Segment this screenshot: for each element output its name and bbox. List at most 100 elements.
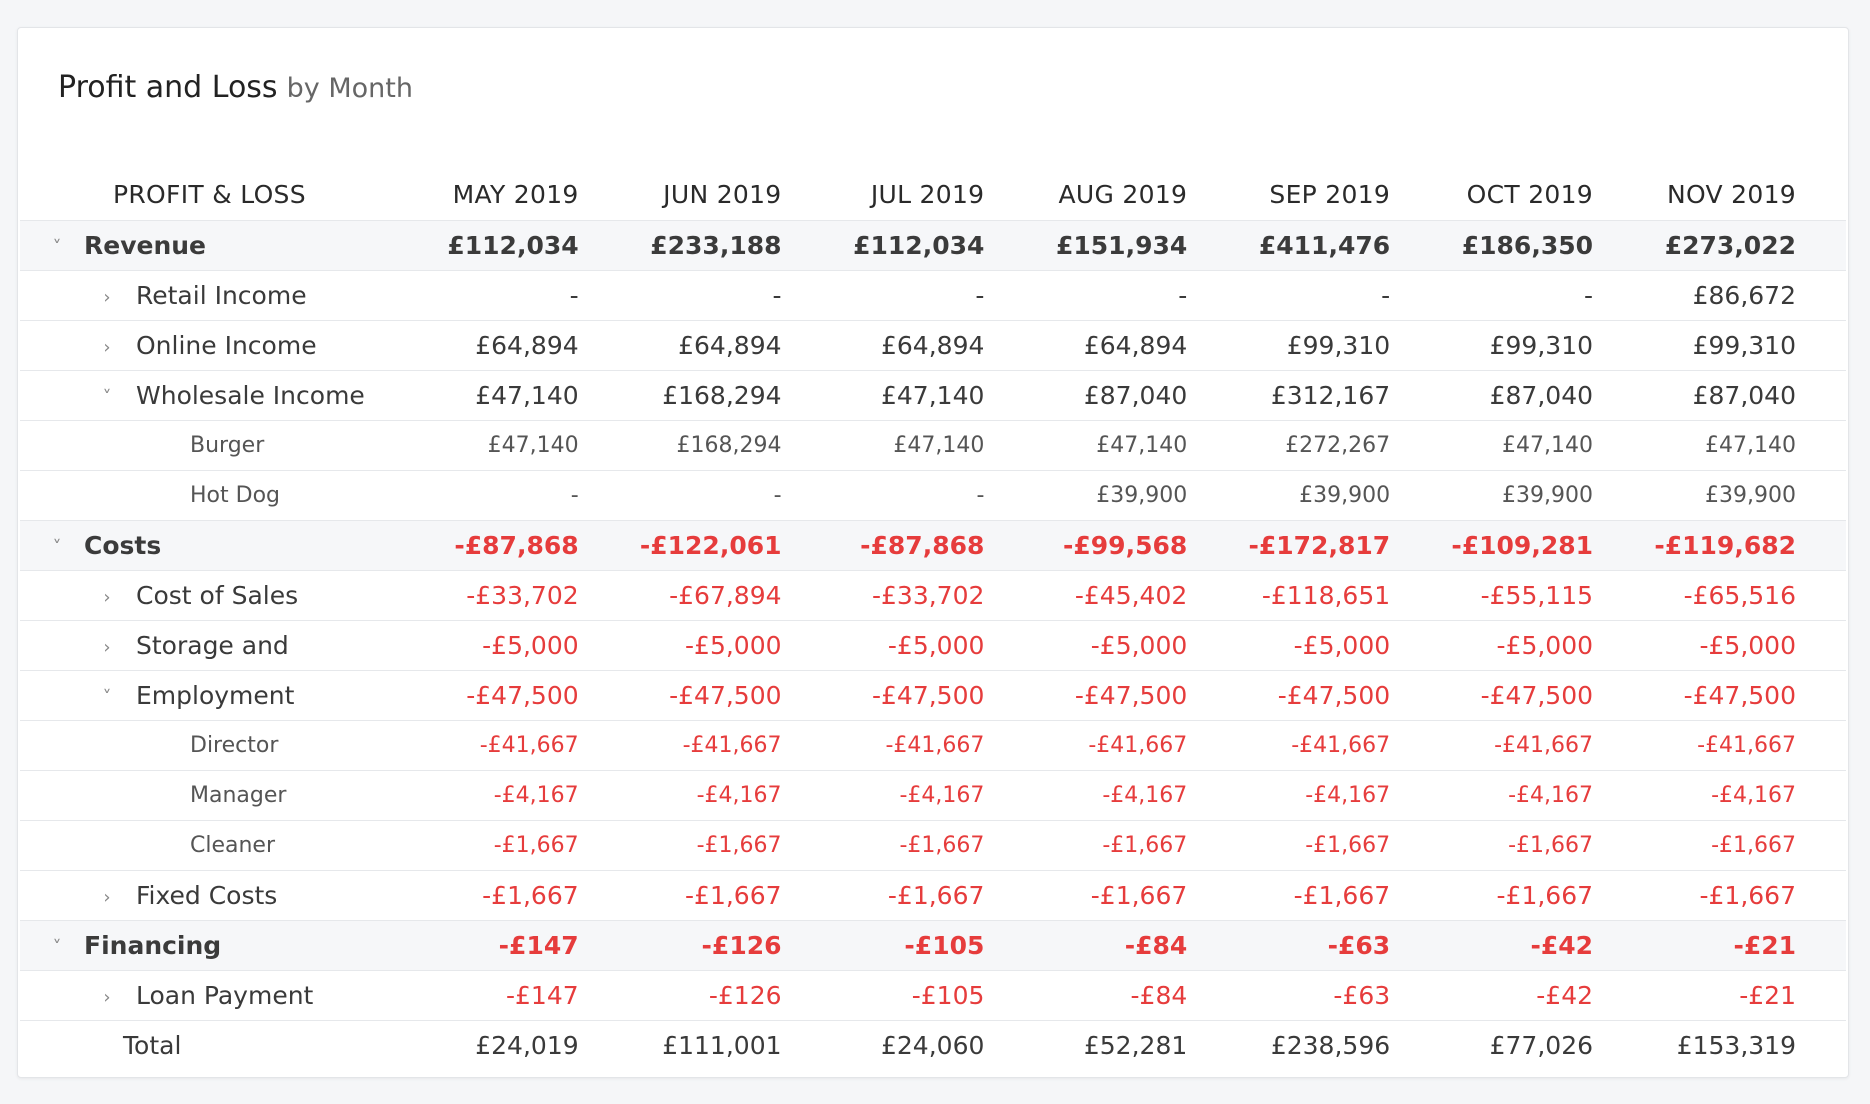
value-cell: -£65,516 (1643, 570, 1846, 621)
value-cell: £233,188 (628, 220, 832, 271)
value-cell: -£1,667 (628, 870, 832, 921)
value-cell: £39,900 (1643, 470, 1846, 521)
table-row: Manager -£4,167 -£4,167 -£4,167 -£4,167 -£4,1… (20, 770, 1846, 821)
value-cell: £64,894 (425, 320, 629, 371)
row-label: Revenue (84, 231, 207, 260)
chevron-down-icon[interactable]: ˅ (98, 687, 116, 708)
table-row[interactable]: › Retail Income - - - - - - £86,672 (20, 270, 1846, 321)
value-cell: -£47,500 (831, 670, 1035, 721)
value-cell: -£5,000 (425, 620, 629, 671)
value-cell: £111,001 (662, 1031, 782, 1060)
row-label: Financing (84, 931, 222, 960)
row-label: Retail Income (136, 281, 307, 310)
profit-loss-table: PROFIT & LOSS MAY 2019 JUN 2019 JUL 2019… (20, 168, 1846, 1070)
column-header-month[interactable]: OCT 2019 (1440, 168, 1644, 221)
column-header-month[interactable]: AUG 2019 (1034, 168, 1238, 221)
row-label-cell: Director (20, 720, 426, 771)
chevron-right-icon[interactable]: › (98, 587, 116, 608)
chevron-down-icon[interactable]: ˅ (48, 537, 66, 558)
value-cell: -£118,651 (1237, 570, 1441, 621)
value-cell: £47,140 (831, 370, 1035, 421)
value-cell: -£47,500 (1643, 670, 1846, 721)
row-label: Hot Dog (190, 483, 280, 508)
value-cell: - (831, 270, 1035, 321)
table-row[interactable]: ˅ Wholesale Income £47,140 £168,294 £47,140 £… (20, 370, 1846, 421)
table-row: Hot Dog - - - £39,900 £39,900 £39,900 £39,900 (20, 470, 1846, 521)
chevron-right-icon[interactable]: › (98, 287, 116, 308)
row-label-cell: › Loan Payment (20, 970, 426, 1021)
value-cell: -£42 (1440, 920, 1644, 971)
value-cell: -£47,500 (425, 670, 629, 721)
row-label: Online Income (136, 331, 317, 360)
value-cell: -£99,568 (1034, 520, 1238, 571)
table-row[interactable]: ˅ Financing -£147 -£126 -£105 -£84 -£63 -£42 -£2… (20, 920, 1846, 971)
value-cell: £112,034 (425, 220, 629, 271)
chevron-right-icon[interactable]: › (98, 987, 116, 1008)
value-cell: -£41,667 (628, 720, 832, 771)
value-cell: -£119,682 (1643, 520, 1846, 571)
value-cell: -£47,500 (628, 670, 832, 721)
value-cell: £39,900 (1034, 470, 1238, 521)
table-row[interactable]: › Storage and -£5,000 -£5,000 -£5,000 -£5,000… (20, 620, 1846, 671)
row-label: Burger (190, 433, 265, 458)
row-label: Employment (136, 681, 295, 710)
value-cell: -£1,667 (1440, 870, 1644, 921)
value-cell: -£87,868 (831, 520, 1035, 571)
chevron-down-icon[interactable]: ˅ (48, 937, 66, 958)
table-row[interactable]: ˅ Costs -£87,868 -£122,061 -£87,868 -£99,568-… (20, 520, 1846, 571)
value-cell: -£84 (1034, 920, 1238, 971)
row-label-cell: › Online Income (20, 320, 426, 371)
value-cell: - (1034, 270, 1238, 321)
table-row[interactable]: › Loan Payment -£147 -£126 -£105 -£84 -£63 -£42… (20, 970, 1846, 1021)
column-header-month[interactable]: JUL 2019 (831, 168, 1035, 221)
row-label: Director (190, 733, 279, 758)
value-cell: £47,140 (425, 370, 629, 421)
value-cell: -£5,000 (831, 620, 1035, 671)
value-cell: -£5,000 (628, 620, 832, 671)
table-row[interactable]: ˅ Employment -£47,500 -£47,500 -£47,500 -£47,… (20, 670, 1846, 721)
value-cell: - (1237, 270, 1441, 321)
row-label-cell: ˅ Costs (20, 520, 426, 571)
table-row[interactable]: › Cost of Sales -£33,702 -£67,894 -£33,702 -£… (20, 570, 1846, 621)
value-cell: - (628, 270, 832, 321)
value-cell: -£5,000 (1034, 620, 1238, 671)
table-row[interactable]: › Fixed Costs -£1,667 -£1,667 -£1,667 -£1,667… (20, 870, 1846, 921)
value-cell: £151,934 (1034, 220, 1238, 271)
column-header-month[interactable]: SEP 2019 (1237, 168, 1441, 221)
value-cell: £112,034 (831, 220, 1035, 271)
chevron-down-icon[interactable]: ˅ (98, 387, 116, 408)
column-header-name[interactable]: PROFIT & LOSS (20, 168, 426, 221)
column-header-month[interactable]: MAY 2019 (425, 168, 629, 221)
column-header-month[interactable]: JUN 2019 (628, 168, 832, 221)
card-title: Profit and Loss by Month (58, 66, 413, 110)
table-row[interactable]: ˅ Revenue £112,034 £233,188 £112,034 £151,934… (20, 220, 1846, 271)
table-row[interactable]: › Online Income £64,894 £64,894 £64,894 £64,8… (20, 320, 1846, 371)
chevron-right-icon[interactable]: › (98, 337, 116, 358)
value-cell: -£1,667 (1034, 820, 1238, 871)
chevron-down-icon[interactable]: ˅ (48, 237, 66, 258)
column-header-month[interactable]: NOV 2019 (1643, 168, 1846, 221)
value-cell: £168,294 (628, 370, 832, 421)
value-cell: -£1,667 (425, 820, 629, 871)
value-cell: -£126 (628, 970, 832, 1021)
row-label: Fixed Costs (136, 881, 278, 910)
title-main: Profit and Loss (58, 70, 278, 105)
table-row: Director -£41,667 -£41,667 -£41,667 -£41,667… (20, 720, 1846, 771)
chevron-right-icon[interactable]: › (98, 637, 116, 658)
value-cell: -£147 (425, 920, 629, 971)
value-cell: -£4,167 (1643, 770, 1846, 821)
row-label-cell: › Retail Income (20, 270, 426, 321)
value-cell: -£55,115 (1440, 570, 1644, 621)
value-cell: -£21 (1643, 970, 1846, 1021)
value-cell: -£47,500 (1440, 670, 1644, 721)
value-cell: £87,040 (1034, 370, 1238, 421)
row-label-cell: Hot Dog (20, 470, 426, 521)
chevron-right-icon[interactable]: › (98, 887, 116, 908)
value-cell: £272,267 (1237, 420, 1441, 471)
row-label-cell: Burger (20, 420, 426, 471)
value-cell: - (831, 470, 1035, 521)
row-label-cell: ˅ Employment (20, 670, 426, 721)
value-cell: £312,167 (1237, 370, 1441, 421)
row-label-cell: › Cost of Sales (20, 570, 426, 621)
value-cell: £47,140 (831, 420, 1035, 471)
